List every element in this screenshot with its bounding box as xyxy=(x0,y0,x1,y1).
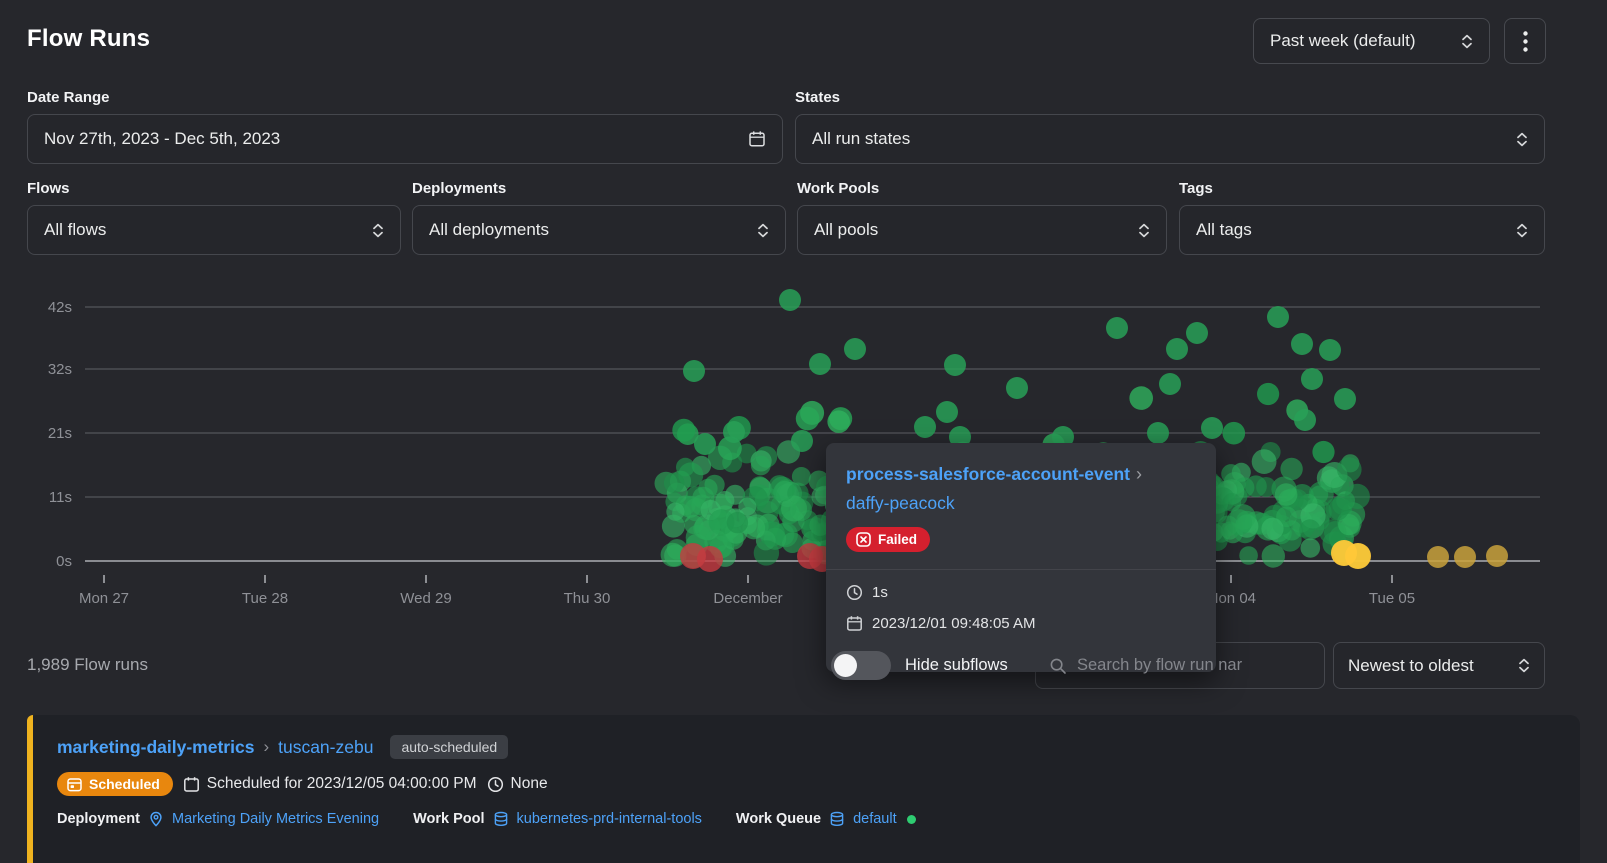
tooltip-run-link[interactable]: daffy-peacock xyxy=(846,493,955,513)
svg-text:0s: 0s xyxy=(56,553,72,570)
card-duration: None xyxy=(511,775,548,793)
svg-text:32s: 32s xyxy=(48,361,72,378)
svg-text:Wed 29: Wed 29 xyxy=(400,590,451,607)
chevron-right-icon: › xyxy=(263,737,269,757)
flow-runs-page: Flow Runs Past week (default) Date Range… xyxy=(0,0,1607,863)
svg-text:Tue 28: Tue 28 xyxy=(242,590,288,607)
clock-icon xyxy=(846,584,863,601)
tooltip-timestamp: 2023/12/01 09:48:05 AM xyxy=(872,615,1035,632)
flow-run-count: 1,989 Flow runs xyxy=(27,655,148,675)
database-icon xyxy=(493,811,509,827)
card-run-link[interactable]: tuscan-zebu xyxy=(278,737,373,758)
tooltip-duration: 1s xyxy=(872,584,888,601)
work-queue-label: Work Queue xyxy=(736,811,821,827)
calendar-icon xyxy=(183,776,200,793)
svg-text:Tue 05: Tue 05 xyxy=(1369,590,1415,607)
toggle-knob xyxy=(834,654,857,677)
hide-subflows-label: Hide subflows xyxy=(905,656,1008,675)
chevron-right-icon: › xyxy=(1136,464,1142,484)
location-pin-icon xyxy=(148,811,164,827)
auto-scheduled-tag: auto-scheduled xyxy=(390,735,508,759)
scheduled-icon xyxy=(67,777,82,792)
chevron-up-down-icon xyxy=(1518,658,1530,673)
work-pool-link[interactable]: kubernetes-prd-internal-tools xyxy=(517,811,702,827)
tooltip-divider xyxy=(826,569,1216,570)
sort-select[interactable]: Newest to oldest xyxy=(1333,642,1545,689)
failed-x-icon xyxy=(856,532,871,547)
scheduled-state-label: Scheduled xyxy=(89,776,160,792)
clock-icon xyxy=(487,776,504,793)
failed-state-label: Failed xyxy=(878,532,917,547)
deployment-link[interactable]: Marketing Daily Metrics Evening xyxy=(172,811,379,827)
search-icon xyxy=(1049,657,1067,675)
sort-value: Newest to oldest xyxy=(1348,656,1474,676)
svg-text:21s: 21s xyxy=(48,425,72,442)
svg-text:Mon 27: Mon 27 xyxy=(79,590,129,607)
queue-healthy-dot xyxy=(907,815,916,824)
svg-text:Thu 30: Thu 30 xyxy=(564,590,611,607)
tooltip-flow-link[interactable]: process-salesforce-account-event xyxy=(846,464,1130,484)
work-pool-label: Work Pool xyxy=(413,811,484,827)
card-scheduled-for: Scheduled for 2023/12/05 04:00:00 PM xyxy=(207,775,477,793)
calendar-icon xyxy=(846,615,863,632)
deployment-label: Deployment xyxy=(57,811,140,827)
work-queue-link[interactable]: default xyxy=(853,811,897,827)
database-icon xyxy=(829,811,845,827)
hide-subflows-toggle[interactable] xyxy=(831,651,891,680)
scheduled-state-badge: Scheduled xyxy=(57,772,173,796)
card-flow-link[interactable]: marketing-daily-metrics xyxy=(57,737,254,758)
svg-text:11s: 11s xyxy=(49,489,72,506)
svg-text:December: December xyxy=(713,590,782,607)
svg-text:42s: 42s xyxy=(48,299,72,316)
flow-run-tooltip: process-salesforce-account-event › daffy-… xyxy=(826,443,1216,672)
flow-run-card[interactable]: marketing-daily-metrics › tuscan-zebu au… xyxy=(27,715,1580,863)
search-input[interactable] xyxy=(1077,656,1311,675)
failed-state-badge: Failed xyxy=(846,527,930,552)
